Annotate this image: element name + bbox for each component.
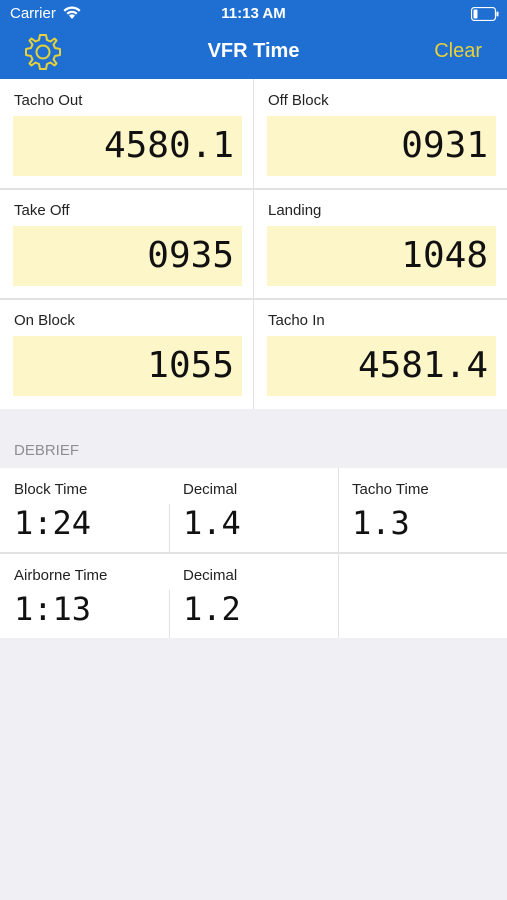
nav-bar: VFR Time Clear bbox=[0, 28, 507, 79]
page-title: VFR Time bbox=[207, 40, 300, 62]
tacho-time-value: 1.3 bbox=[352, 504, 410, 542]
airborne-decimal-cell: Decimal 1.2 bbox=[169, 554, 338, 639]
off-block-cell: Off Block 0931 bbox=[254, 79, 507, 189]
block-time-cell: Block Time 1:24 bbox=[0, 468, 169, 553]
take-off-cell: Take Off 0935 bbox=[0, 189, 253, 299]
airborne-time-cell: Airborne Time 1:13 bbox=[0, 554, 169, 639]
block-decimal-value: 1.4 bbox=[183, 504, 241, 542]
tacho-in-cell: Tacho In 4581.4 bbox=[254, 299, 507, 409]
flight-input-grid: Tacho Out 4580.1 Off Block 0931 Take Off… bbox=[0, 79, 507, 409]
battery-icon bbox=[471, 7, 499, 21]
column-divider bbox=[338, 468, 339, 552]
block-decimal-label: Decimal bbox=[183, 481, 238, 498]
status-bar: Carrier 11:13 AM bbox=[0, 0, 507, 28]
tacho-in-field[interactable]: 4581.4 bbox=[267, 336, 496, 396]
off-block-label: Off Block bbox=[268, 92, 329, 109]
off-block-field[interactable]: 0931 bbox=[267, 116, 496, 176]
row-divider bbox=[0, 298, 507, 300]
block-time-value: 1:24 bbox=[14, 504, 92, 542]
app-header: Carrier 11:13 AM VFR Time Clear bbox=[0, 0, 507, 79]
tacho-in-label: Tacho In bbox=[268, 312, 325, 329]
landing-label: Landing bbox=[268, 202, 322, 219]
on-block-field[interactable]: 1055 bbox=[13, 336, 242, 396]
airborne-time-label: Airborne Time bbox=[14, 567, 108, 584]
landing-cell: Landing 1048 bbox=[254, 189, 507, 299]
on-block-label: On Block bbox=[14, 312, 75, 329]
column-divider bbox=[169, 504, 170, 552]
airborne-decimal-value: 1.2 bbox=[183, 590, 241, 628]
debrief-grid: Block Time 1:24 Decimal 1.4 Tacho Time 1… bbox=[0, 468, 507, 638]
landing-field[interactable]: 1048 bbox=[267, 226, 496, 286]
take-off-field[interactable]: 0935 bbox=[13, 226, 242, 286]
column-divider bbox=[169, 590, 170, 638]
debrief-section-header: DEBRIEF bbox=[14, 442, 80, 459]
row-divider bbox=[0, 552, 507, 554]
block-decimal-cell: Decimal 1.4 bbox=[169, 468, 338, 553]
clear-button[interactable]: Clear bbox=[434, 40, 482, 63]
tacho-out-field[interactable]: 4580.1 bbox=[13, 116, 242, 176]
column-divider bbox=[338, 554, 339, 638]
column-divider bbox=[253, 79, 254, 409]
tacho-time-cell: Tacho Time 1.3 bbox=[338, 468, 507, 553]
tacho-time-label: Tacho Time bbox=[352, 481, 429, 498]
on-block-cell: On Block 1055 bbox=[0, 299, 253, 409]
airborne-time-value: 1:13 bbox=[14, 590, 92, 628]
tacho-out-cell: Tacho Out 4580.1 bbox=[0, 79, 253, 189]
status-time: 11:13 AM bbox=[221, 5, 286, 22]
take-off-label: Take Off bbox=[14, 202, 70, 219]
tacho-out-label: Tacho Out bbox=[14, 92, 83, 109]
row-divider bbox=[0, 188, 507, 190]
airborne-decimal-label: Decimal bbox=[183, 567, 238, 584]
block-time-label: Block Time bbox=[14, 481, 88, 498]
